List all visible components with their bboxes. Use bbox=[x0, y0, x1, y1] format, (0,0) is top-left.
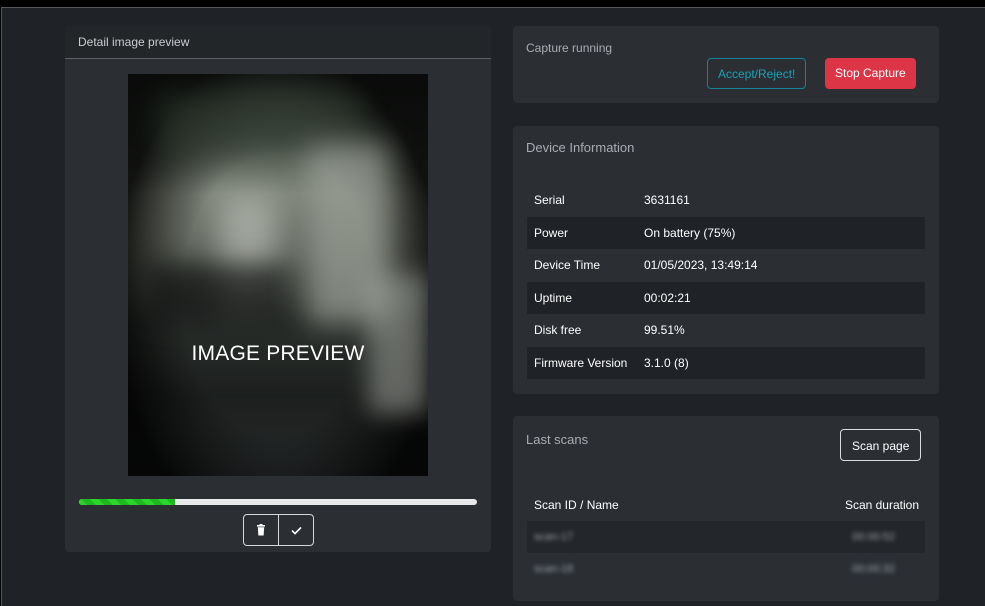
scan-page-button[interactable]: Scan page bbox=[840, 429, 922, 461]
scan-name: scan-17 bbox=[534, 531, 574, 543]
scan-name: scan-18 bbox=[534, 563, 574, 575]
row-key: Firmware Version bbox=[534, 355, 628, 370]
row-value: 00:02:21 bbox=[644, 290, 691, 305]
trash-icon bbox=[257, 524, 265, 536]
table-header-row: Scan ID / Name Scan duration bbox=[527, 489, 925, 521]
scans-table: Scan ID / Name Scan duration scan-17 00:… bbox=[527, 489, 925, 585]
delete-button[interactable] bbox=[244, 515, 278, 545]
scan-duration: 00:00:52 bbox=[852, 531, 895, 543]
row-value: 99.51% bbox=[644, 323, 685, 338]
table-row: Power On battery (75%) bbox=[527, 216, 925, 249]
scan-duration: 00:00:32 bbox=[852, 563, 895, 575]
device-info-card: Device Information Serial 3631161 Power … bbox=[513, 126, 939, 394]
row-key: Disk free bbox=[534, 323, 582, 338]
row-key: Uptime bbox=[534, 290, 573, 305]
capture-status: Capture running bbox=[526, 41, 613, 55]
image-preview-card: Detail image preview IMAGE PREVIEW bbox=[65, 26, 491, 552]
preview-image: IMAGE PREVIEW bbox=[128, 74, 428, 476]
table-row[interactable]: scan-18 00:00:32 bbox=[527, 553, 925, 585]
progress-fill bbox=[79, 499, 175, 505]
last-scans-card: Last scans Scan page Scan ID / Name Scan… bbox=[513, 416, 939, 601]
row-key: Serial bbox=[534, 193, 565, 208]
capture-progress-bar bbox=[79, 499, 477, 505]
row-key: Power bbox=[534, 225, 569, 240]
preview-action-group bbox=[243, 514, 314, 546]
check-icon bbox=[290, 526, 302, 535]
capture-card: Capture running Accept/Reject! Stop Capt… bbox=[513, 26, 939, 103]
table-row[interactable]: scan-17 00:00:52 bbox=[527, 521, 925, 553]
row-value: 3.1.0 (8) bbox=[644, 355, 689, 370]
stop-capture-button[interactable]: Stop Capture bbox=[825, 58, 916, 89]
accept-button[interactable] bbox=[278, 515, 313, 545]
last-scans-title: Last scans bbox=[526, 432, 589, 447]
preview-header: Detail image preview bbox=[65, 26, 491, 59]
column-header-duration: Scan duration bbox=[844, 498, 919, 512]
table-row: Firmware Version 3.1.0 (8) bbox=[527, 346, 925, 379]
row-value: 3631161 bbox=[644, 193, 690, 208]
row-value: 01/05/2023, 13:49:14 bbox=[644, 258, 758, 273]
app-frame: Detail image preview IMAGE PREVIEW Captu… bbox=[1, 7, 985, 606]
table-row: Disk free 99.51% bbox=[527, 314, 925, 347]
table-row: Device Time 01/05/2023, 13:49:14 bbox=[527, 249, 925, 282]
table-row: Serial 3631161 bbox=[527, 184, 925, 217]
row-value: On battery (75%) bbox=[644, 225, 736, 240]
accept-reject-button[interactable]: Accept/Reject! bbox=[707, 58, 807, 89]
device-info-table: Serial 3631161 Power On battery (75%) De… bbox=[527, 184, 925, 379]
preview-image-label: IMAGE PREVIEW bbox=[191, 342, 365, 365]
device-info-title: Device Information bbox=[526, 140, 635, 155]
column-header-name: Scan ID / Name bbox=[534, 498, 619, 512]
row-key: Device Time bbox=[534, 258, 601, 273]
table-row: Uptime 00:02:21 bbox=[527, 281, 925, 314]
